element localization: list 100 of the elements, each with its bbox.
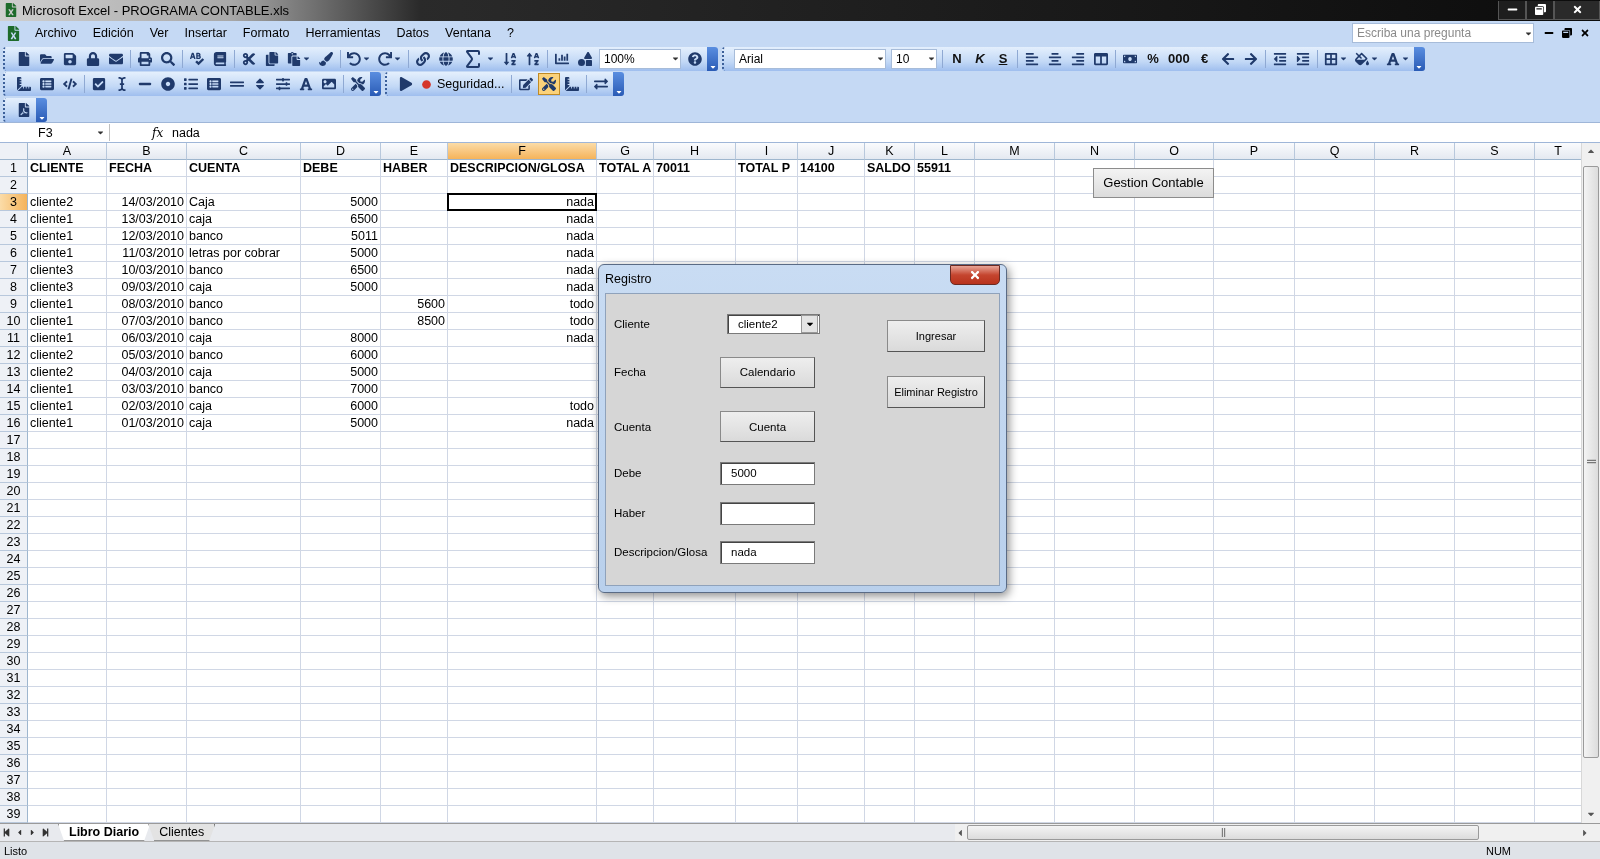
table-cell-text: 5000 (349, 414, 379, 431)
first-sheet-icon[interactable] (2, 828, 11, 838)
arrow-right-icon (1243, 51, 1258, 66)
table-cell-text: todo (568, 397, 595, 414)
minimize-button[interactable] (1498, 0, 1526, 20)
form-button[interactable]: Calendario (720, 356, 815, 388)
restore-button[interactable] (1526, 0, 1554, 20)
table-cell-text: cliente1 (29, 312, 75, 329)
gestion-contable-button[interactable]: Gestion Contable (1093, 167, 1214, 198)
text-style-button[interactable]: N (946, 47, 968, 70)
cut-icon (242, 51, 256, 66)
zoom-dropdown[interactable]: 100% (599, 48, 681, 69)
lock-icon (86, 51, 100, 66)
table-cell-text: banco (188, 380, 225, 397)
vertical-scrollbar[interactable] (1581, 142, 1600, 823)
table-cell-text: DESCRIPCION/GLOSA (449, 159, 586, 176)
table-cell-text: nada (565, 210, 595, 227)
ruler-icon (17, 77, 31, 92)
form-button[interactable]: Cuenta (720, 411, 815, 443)
action-button[interactable]: Ingresar (887, 319, 985, 352)
client-dropdown[interactable]: cliente2 (727, 313, 820, 334)
previous-sheet-icon[interactable] (15, 828, 24, 838)
table-cell-text: caja (188, 363, 213, 380)
borders-icon (1323, 51, 1338, 66)
chart-icon (555, 51, 569, 66)
menu-item[interactable]: Datos (388, 26, 438, 41)
font-dropdown[interactable]: Arial (734, 48, 886, 69)
toolbar-options-handle[interactable] (36, 97, 47, 122)
text-style-button[interactable]: K (969, 47, 991, 70)
table-cell-text: CUENTA (188, 159, 242, 176)
restore-icon[interactable] (1562, 28, 1572, 39)
table-cell-text: 04/03/2010 (120, 363, 185, 380)
print-icon (138, 51, 152, 66)
number-format-button[interactable]: 000 (1165, 47, 1193, 70)
ruler-icon (565, 77, 580, 92)
table-cell-text: 6500 (349, 261, 379, 278)
table-cell-text: 70011 (655, 159, 692, 176)
menu-item[interactable]: Ventana (437, 26, 499, 41)
table-cell-text: cliente1 (29, 244, 75, 261)
action-button[interactable]: Eliminar Registro (887, 375, 985, 408)
sheet-tab[interactable]: Clientes (148, 823, 216, 841)
dialog-title: Registro (605, 271, 652, 286)
function-label[interactable]: fx (152, 125, 166, 140)
font-size-dropdown[interactable]: 10 (891, 48, 937, 69)
table-cell-text: 5600 (416, 295, 446, 312)
next-sheet-icon[interactable] (28, 828, 37, 838)
image-icon (322, 77, 336, 92)
last-sheet-icon[interactable] (41, 828, 50, 838)
input-field[interactable] (720, 501, 815, 525)
edit-icon (519, 77, 534, 92)
toolbar-options-handle[interactable] (707, 46, 718, 71)
combo-list-icon (207, 77, 221, 92)
copy-icon (265, 51, 279, 66)
brush-icon (319, 51, 333, 66)
table-cell-text: nada (565, 244, 595, 261)
table-cell-text: TOTAL P (737, 159, 792, 176)
table-cell-text: DEBE (302, 159, 339, 176)
name-box[interactable]: F3 (0, 124, 110, 141)
toolbar-options-handle[interactable] (370, 72, 381, 97)
outdent-icon (1272, 51, 1287, 66)
code-icon (63, 77, 77, 92)
status-text: Listo (4, 844, 28, 857)
help-search-field[interactable]: Escriba una pregunta (1352, 23, 1534, 44)
input-field[interactable]: 5000 (720, 461, 815, 485)
exchange-icon (594, 77, 609, 92)
menu-item[interactable]: Herramientas (297, 26, 389, 41)
restore-icon (1534, 4, 1546, 16)
close-icon[interactable] (1580, 28, 1590, 39)
sheet-tab[interactable]: Libro Diario (58, 823, 151, 841)
globe-icon (439, 51, 453, 66)
field-label: Descripcion/Glosa (614, 546, 709, 559)
scroll-thumb[interactable] (1583, 165, 1599, 758)
menu-item[interactable]: ? (498, 26, 522, 41)
table-cell-text: banco (188, 346, 225, 363)
fill-bucket-icon (1354, 51, 1369, 66)
table-cell-text: banco (188, 227, 225, 244)
toolbar-options-handle[interactable] (1413, 46, 1425, 71)
field-label: Cliente (614, 317, 651, 330)
close-button[interactable] (1554, 0, 1600, 20)
table-cell-text: caja (188, 210, 213, 227)
close-button[interactable] (950, 264, 1000, 285)
toolbar-options-handle[interactable] (613, 72, 625, 97)
menu-item[interactable]: Archivo (27, 26, 85, 41)
design-mode-button[interactable] (538, 73, 561, 96)
input-field[interactable]: nada (720, 540, 815, 564)
table-cell-text: 07/03/2010 (120, 312, 185, 329)
number-format-button[interactable]: € (1193, 47, 1216, 70)
text-style-button[interactable]: S (992, 47, 1014, 70)
horizontal-scrollbar[interactable] (955, 823, 1600, 842)
paste-icon (287, 51, 301, 66)
table-cell-text: 7000 (349, 380, 379, 397)
menu-item[interactable]: Ver (141, 26, 177, 41)
menu-item[interactable]: Edición (84, 26, 142, 41)
spreadsheet-icon[interactable] (6, 25, 21, 41)
menu-item[interactable]: Insertar (176, 26, 235, 41)
menu-item[interactable]: Formato (234, 26, 298, 41)
caret-icon[interactable] (96, 128, 105, 137)
number-format-button[interactable]: % (1142, 47, 1164, 70)
scroll-thumb[interactable] (967, 825, 1479, 841)
sliders-icon (276, 77, 290, 92)
